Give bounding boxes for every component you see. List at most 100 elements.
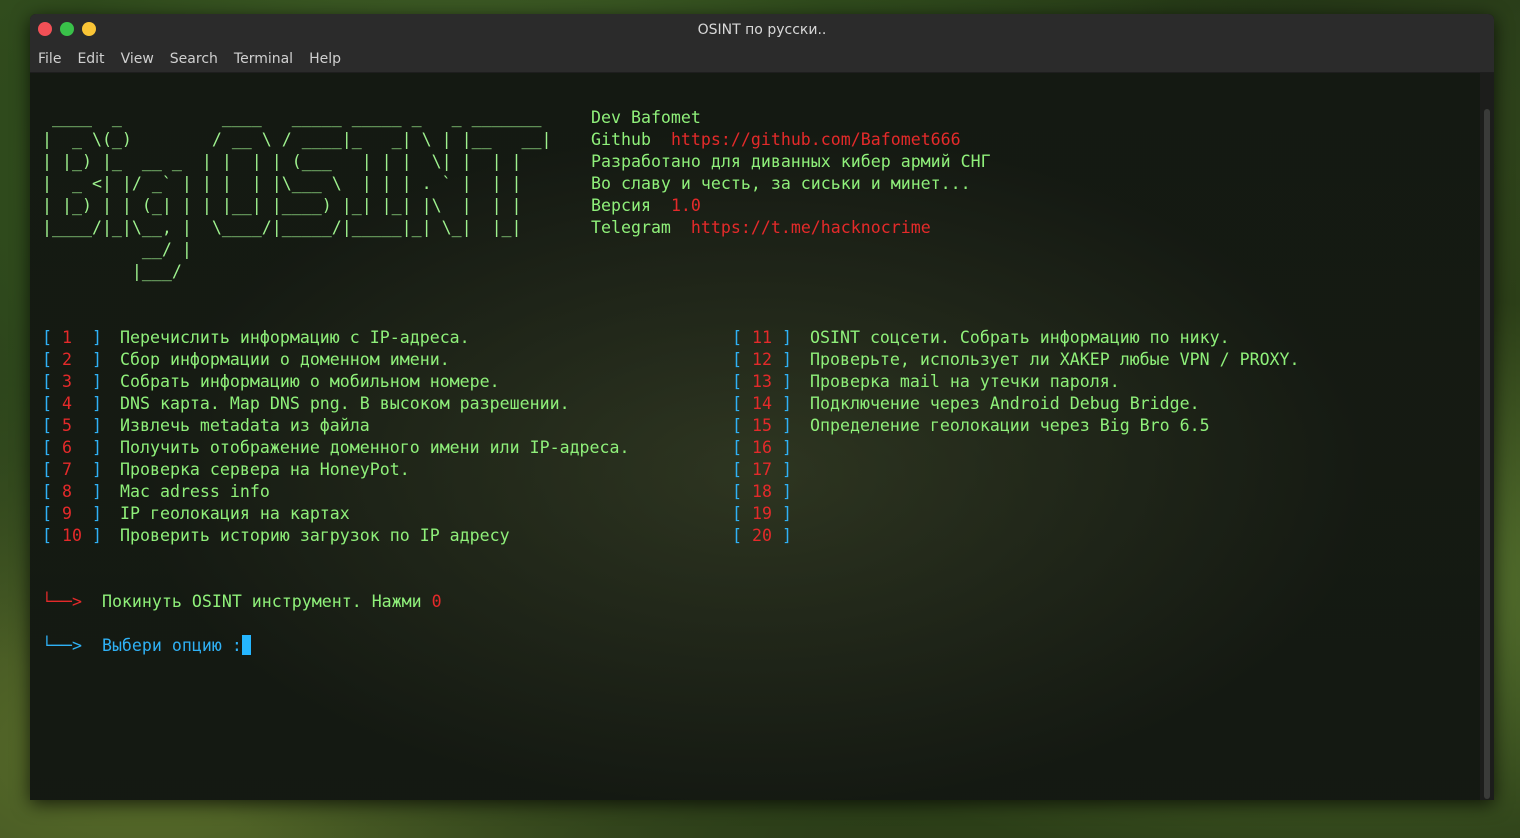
bracket-open: [ — [732, 526, 752, 545]
bracket-close: ] — [71, 372, 102, 391]
left-item-4: [ 4 ] — [42, 393, 102, 415]
bracket-close: ] — [71, 482, 102, 501]
option-number: 7 — [61, 460, 72, 479]
bracket-open: [ — [732, 460, 752, 479]
window-title: OSINT по русски.. — [697, 22, 827, 38]
left-item-3: [ 3 ] — [42, 371, 102, 393]
bracket-open: [ — [732, 482, 752, 501]
terminal-window: OSINT по русски.. File Edit View Search … — [30, 14, 1494, 800]
right-item-text-13: Проверка mail на утечки пароля. — [810, 372, 1120, 391]
version-line: Версия 1.0 — [591, 195, 701, 217]
option-number: 20 — [751, 526, 772, 545]
option-number: 5 — [61, 416, 72, 435]
github-label: Github — [591, 130, 651, 149]
bracket-open: [ — [42, 350, 62, 369]
left-item-text-9: IP геолокация на картах — [120, 504, 350, 523]
prompt-line[interactable]: └──> Выбери опцию : — [42, 635, 251, 657]
menu-help[interactable]: Help — [309, 51, 341, 67]
bracket-open: [ — [42, 482, 62, 501]
option-number: 8 — [61, 482, 72, 501]
menu-edit[interactable]: Edit — [77, 51, 104, 67]
bracket-close: ] — [81, 526, 102, 545]
exit-key: 0 — [431, 592, 442, 611]
option-number: 17 — [751, 460, 772, 479]
left-item-text-5: Извлечь metadata из файла — [120, 416, 370, 435]
slogan-line: Во славу и честь, за сиськи и минет... — [591, 174, 971, 193]
bracket-open: [ — [42, 526, 62, 545]
exit-line: └──> Покинуть OSINT инструмент. Нажми 0 — [42, 591, 442, 613]
option-number: 6 — [61, 438, 72, 457]
minimize-button[interactable] — [82, 22, 96, 36]
terminal-output[interactable]: ____ _ ____ _____ _____ _ _ _______ | _ … — [30, 73, 1480, 800]
bracket-open: [ — [42, 328, 62, 347]
menu-view[interactable]: View — [121, 51, 154, 67]
bracket-close: ] — [771, 394, 792, 413]
left-item-text-1: Перечислить информацию с IP-адреса. — [120, 328, 470, 347]
left-item-text-4: DNS карта. Map DNS png. В высоком разреш… — [120, 394, 570, 413]
right-item-18: [ 18 ] — [732, 481, 792, 503]
left-item-text-10: Проверить историю загрузок по IP адресу — [120, 526, 510, 545]
close-button[interactable] — [38, 22, 52, 36]
option-number: 1 — [61, 328, 72, 347]
left-item-8: [ 8 ] — [42, 481, 102, 503]
bracket-open: [ — [42, 372, 62, 391]
bracket-open: [ — [732, 350, 752, 369]
left-item-1: [ 1 ] — [42, 327, 102, 349]
menu-terminal[interactable]: Terminal — [234, 51, 293, 67]
option-number: 11 — [751, 328, 772, 347]
option-number: 4 — [61, 394, 72, 413]
option-number: 16 — [751, 438, 772, 457]
bracket-close: ] — [771, 482, 792, 501]
left-item-7: [ 7 ] — [42, 459, 102, 481]
version-value: 1.0 — [670, 196, 701, 215]
prompt-text: Выбери опцию : — [101, 636, 242, 655]
ascii-logo: ____ _ ____ _____ _____ _ _ _______ | _ … — [42, 108, 552, 281]
bracket-close: ] — [71, 438, 102, 457]
option-number: 10 — [61, 526, 82, 545]
bracket-open: [ — [42, 438, 62, 457]
right-item-19: [ 19 ] — [732, 503, 792, 525]
right-item-text-11: OSINT соцсети. Собрать информацию по ник… — [810, 328, 1230, 347]
option-number: 13 — [751, 372, 772, 391]
maximize-button[interactable] — [60, 22, 74, 36]
option-number: 19 — [751, 504, 772, 523]
menu-file[interactable]: File — [38, 51, 61, 67]
prompt-arrow: └──> — [42, 636, 82, 655]
bracket-close: ] — [71, 328, 102, 347]
scrollbar[interactable] — [1480, 73, 1494, 800]
telegram-label: Telegram — [591, 218, 671, 237]
option-number: 15 — [751, 416, 772, 435]
menu-bar: File Edit View Search Terminal Help — [30, 46, 1494, 73]
right-item-text-15: Определение геолокации через Big Bro 6.5 — [810, 416, 1210, 435]
left-item-text-6: Получить отображение доменного имени или… — [120, 438, 630, 457]
right-item-16: [ 16 ] — [732, 437, 792, 459]
window-controls — [38, 22, 96, 36]
option-number: 18 — [751, 482, 772, 501]
bracket-close: ] — [771, 526, 792, 545]
exit-text: Покинуть OSINT инструмент. Нажми — [101, 592, 422, 611]
left-item-text-3: Собрать информацию о мобильном номере. — [120, 372, 500, 391]
right-item-13: [ 13 ] — [732, 371, 792, 393]
option-number: 2 — [61, 350, 72, 369]
bracket-close: ] — [71, 350, 102, 369]
bracket-close: ] — [771, 504, 792, 523]
dev-info-line: Разработано для диванных кибер армий СНГ — [591, 152, 991, 171]
left-item-10: [ 10 ] — [42, 525, 102, 547]
telegram-url: https://t.me/hacknocrime — [690, 218, 931, 237]
right-item-11: [ 11 ] — [732, 327, 792, 349]
scroll-thumb[interactable] — [1484, 109, 1490, 799]
bracket-close: ] — [771, 460, 792, 479]
bracket-open: [ — [732, 394, 752, 413]
bracket-open: [ — [42, 416, 62, 435]
bracket-close: ] — [771, 350, 792, 369]
bracket-open: [ — [732, 438, 752, 457]
left-item-5: [ 5 ] — [42, 415, 102, 437]
menu-search[interactable]: Search — [170, 51, 218, 67]
option-number: 14 — [751, 394, 772, 413]
right-item-12: [ 12 ] — [732, 349, 792, 371]
left-item-2: [ 2 ] — [42, 349, 102, 371]
bracket-close: ] — [771, 416, 792, 435]
bracket-close: ] — [71, 460, 102, 479]
title-bar: OSINT по русски.. — [30, 14, 1494, 46]
bracket-open: [ — [732, 372, 752, 391]
